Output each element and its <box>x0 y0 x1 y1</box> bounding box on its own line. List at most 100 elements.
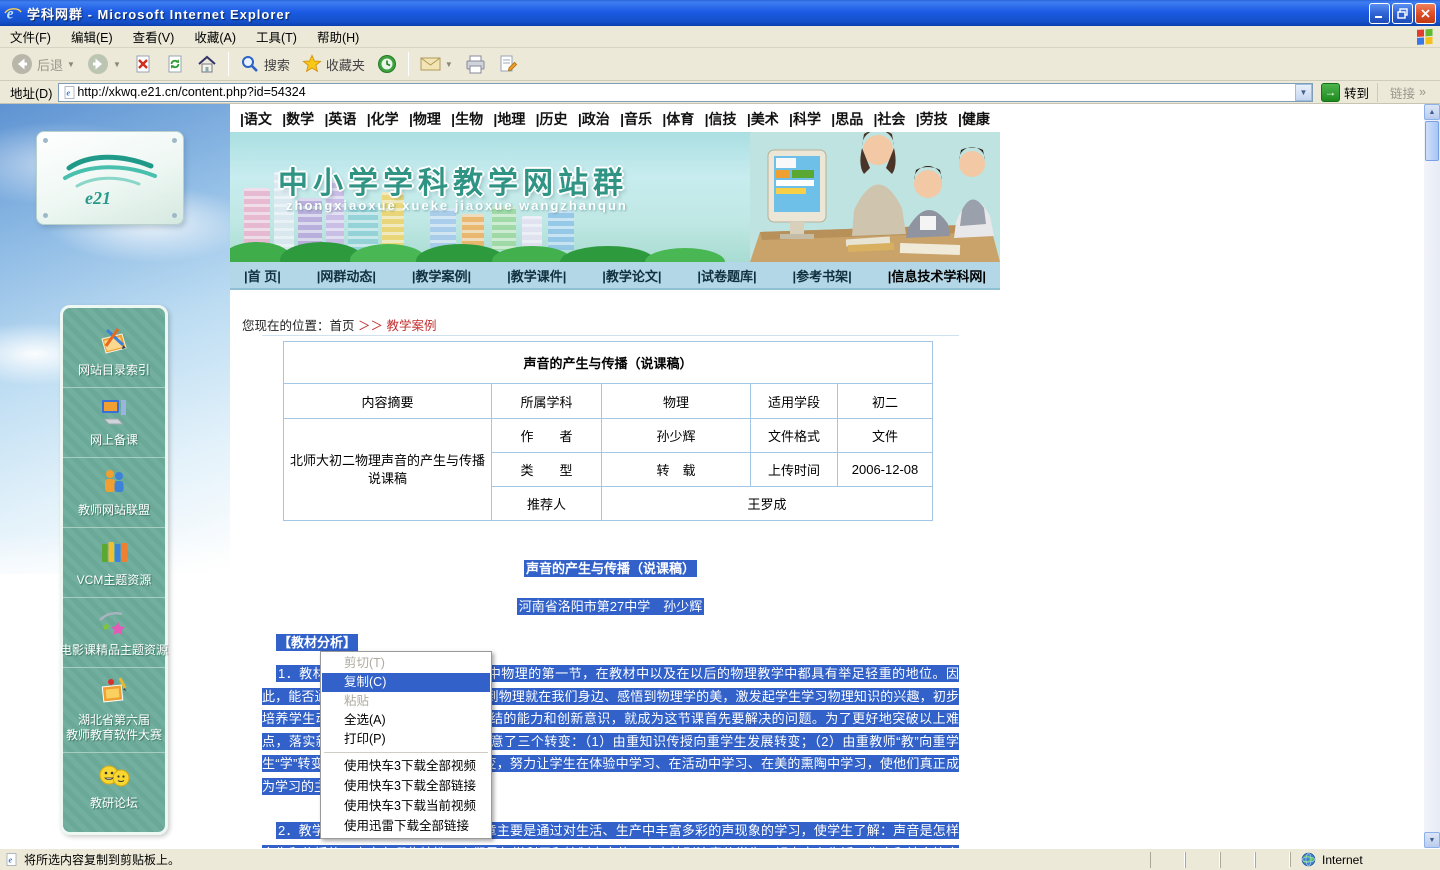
subject-science[interactable]: |科学 <box>789 109 821 129</box>
subject-labor[interactable]: |劳技 <box>916 109 948 129</box>
nav-it-subject-site[interactable]: |信息技术学科网| <box>888 266 986 285</box>
forward-button[interactable]: ▼ <box>82 50 126 78</box>
nav-news[interactable]: |网群动态| <box>317 266 376 285</box>
e21-logo[interactable]: e21 <box>36 131 184 225</box>
subject-biology[interactable]: |生物 <box>451 109 483 129</box>
subject-chinese[interactable]: |语文 <box>240 109 272 129</box>
favorites-star-icon <box>302 54 322 74</box>
subject-label: 所属学科 <box>492 384 602 419</box>
menu-file[interactable]: 文件(F) <box>0 24 61 49</box>
context-menu-item-thunder-all-links[interactable]: 使用迅雷下载全部链接 <box>322 816 490 836</box>
subject-geography[interactable]: |地理 <box>493 109 525 129</box>
nav-home[interactable]: |首 页| <box>244 266 281 285</box>
address-url[interactable]: http://xkwq.e21.cn/content.php?id=54324 <box>77 85 1295 99</box>
stop-button[interactable] <box>128 50 158 78</box>
context-menu-item-select-all[interactable]: 全选(A) <box>322 711 490 730</box>
upload-value: 2006-12-08 <box>838 453 933 487</box>
subject-history[interactable]: |历史 <box>536 109 568 129</box>
subject-society[interactable]: |社会 <box>874 109 906 129</box>
menu-favorites[interactable]: 收藏(A) <box>184 24 246 49</box>
edit-button[interactable] <box>493 50 523 78</box>
nav-courseware[interactable]: |教学课件| <box>507 266 566 285</box>
nav-papers[interactable]: |教学论文| <box>602 266 661 285</box>
context-menu-item-flashget-all-links[interactable]: 使用快车3下载全部链接 <box>322 776 490 796</box>
print-button[interactable] <box>460 50 491 78</box>
links-chevron-icon: » <box>1419 85 1426 99</box>
vertical-scrollbar[interactable]: ▲ ▼ <box>1424 104 1440 848</box>
svg-text:e: e <box>7 5 14 22</box>
author-label: 作 者 <box>492 419 602 453</box>
article-byline: 河南省洛阳市第27中学 孙少辉 <box>262 597 959 619</box>
type-label: 类 型 <box>492 453 602 487</box>
context-menu-item-flashget-current-video[interactable]: 使用快车3下载当前视频 <box>322 796 490 816</box>
subject-health[interactable]: |健康 <box>958 109 990 129</box>
favorites-button[interactable]: 收藏夹 <box>297 50 370 78</box>
sidebar-item-teacher-alliance[interactable]: 教师网站联盟 <box>63 458 165 528</box>
mail-dropdown-icon[interactable]: ▼ <box>445 60 453 69</box>
mail-button[interactable]: ▼ <box>415 50 458 78</box>
scroll-down-button[interactable]: ▼ <box>1424 832 1440 848</box>
subject-music[interactable]: |音乐 <box>620 109 652 129</box>
menu-help[interactable]: 帮助(H) <box>307 24 369 49</box>
subject-pe[interactable]: |体育 <box>662 109 694 129</box>
back-dropdown-icon[interactable]: ▼ <box>67 60 75 69</box>
mail-icon <box>420 55 441 73</box>
sidebar-item-research-forum[interactable]: 教研论坛 <box>63 753 165 820</box>
subject-morality[interactable]: |思品 <box>831 109 863 129</box>
svg-text:e: e <box>67 88 71 97</box>
minimize-button[interactable] <box>1369 3 1390 24</box>
forward-dropdown-icon[interactable]: ▼ <box>113 60 121 69</box>
search-icon <box>240 54 260 74</box>
menu-view[interactable]: 查看(V) <box>123 24 185 49</box>
go-button-icon[interactable]: → <box>1321 83 1340 102</box>
breadcrumb-divider <box>262 335 959 336</box>
stop-icon <box>133 54 153 74</box>
people-icon <box>97 466 131 498</box>
nav-teaching-cases[interactable]: |教学案例| <box>412 266 471 285</box>
stage-label: 适用学段 <box>751 384 838 419</box>
sidebar-item-site-directory[interactable]: 网站目录索引 <box>63 318 165 388</box>
menu-edit[interactable]: 编辑(E) <box>61 24 123 49</box>
sidebar-item-film-resources[interactable]: 电影课精品主题资源 <box>63 598 165 668</box>
links-menu[interactable]: 链接 » <box>1377 83 1436 102</box>
status-pane <box>1150 852 1185 868</box>
back-button[interactable]: 后退 ▼ <box>6 50 80 78</box>
refresh-button[interactable] <box>160 50 190 78</box>
sidebar-item-vcm-resources[interactable]: 电影课精品主题资源 VCM主题资源 <box>63 528 165 598</box>
address-input[interactable]: e http://xkwq.e21.cn/content.php?id=5432… <box>58 83 1313 102</box>
scroll-up-button[interactable]: ▲ <box>1424 104 1440 120</box>
context-menu-item-cut: 剪切(T) <box>322 654 490 673</box>
subject-math[interactable]: |数学 <box>282 109 314 129</box>
subject-chemistry[interactable]: |化学 <box>367 109 399 129</box>
search-button[interactable]: 搜索 <box>235 50 295 78</box>
home-icon <box>197 54 217 74</box>
sidebar-item-online-prep[interactable]: 网上备课 <box>63 388 165 458</box>
context-menu-item-copy[interactable]: 复制(C) <box>322 673 490 692</box>
context-menu-item-print[interactable]: 打印(P) <box>322 730 490 749</box>
subject-physics[interactable]: |物理 <box>409 109 441 129</box>
home-button[interactable] <box>192 50 222 78</box>
subject-politics[interactable]: |政治 <box>578 109 610 129</box>
menu-bar: 文件(F) 编辑(E) 查看(V) 收藏(A) 工具(T) 帮助(H) <box>0 26 1440 48</box>
site-banner: 中小学学科教学网站群 zhongxiaoxue xueke jiaoxue wa… <box>230 132 1000 262</box>
subject-it[interactable]: |信技 <box>705 109 737 129</box>
scroll-thumb[interactable] <box>1425 121 1439 161</box>
restore-button[interactable] <box>1392 3 1413 24</box>
toolbar-separator <box>228 52 229 76</box>
e21-logo-text: e21 <box>85 188 111 208</box>
menu-tools[interactable]: 工具(T) <box>246 24 307 49</box>
title-bar: e 学科网群 - Microsoft Internet Explorer <box>0 0 1440 26</box>
subject-art[interactable]: |美术 <box>747 109 779 129</box>
go-label[interactable]: 转到 <box>1344 83 1369 102</box>
sidebar-item-hubei-contest[interactable]: 湖北省第六届 教师教育软件大赛 <box>63 668 165 753</box>
context-menu-item-flashget-all-videos[interactable]: 使用快车3下载全部视频 <box>322 756 490 776</box>
address-dropdown-button[interactable]: ▼ <box>1295 84 1312 101</box>
status-pane <box>1255 852 1290 868</box>
nav-reference[interactable]: |参考书架| <box>793 266 852 285</box>
breadcrumb-home-link[interactable]: 首页 <box>330 319 355 333</box>
subject-english[interactable]: |英语 <box>324 109 356 129</box>
back-arrow-icon <box>11 53 33 75</box>
history-button[interactable] <box>372 50 402 78</box>
close-button[interactable] <box>1415 3 1436 24</box>
nav-exam-bank[interactable]: |试卷题库| <box>697 266 756 285</box>
